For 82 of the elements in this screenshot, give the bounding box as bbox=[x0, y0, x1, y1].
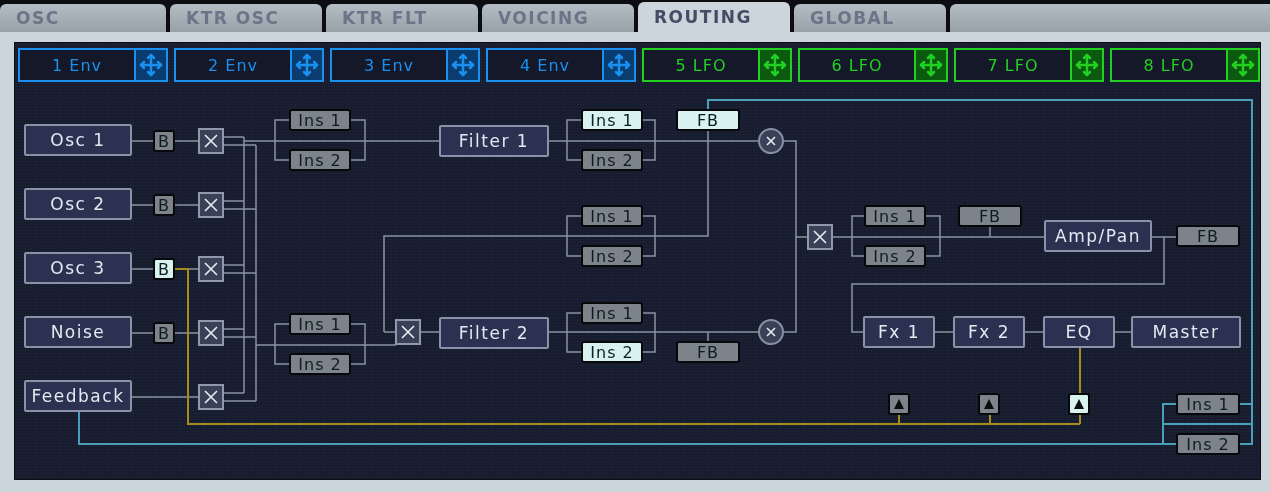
drag-handle[interactable] bbox=[134, 50, 166, 80]
modulator-slot[interactable]: 3 Env bbox=[330, 48, 480, 82]
insert-toggle[interactable]: Ins 2 bbox=[864, 245, 926, 267]
insert-toggle[interactable]: Ins 1 bbox=[581, 205, 643, 227]
mix-icon bbox=[807, 224, 833, 250]
move-icon bbox=[139, 53, 163, 77]
filter-block[interactable]: Filter 2 bbox=[439, 317, 549, 349]
mix-icon bbox=[198, 256, 224, 282]
bypass-toggle[interactable]: B bbox=[153, 130, 175, 152]
insert-toggle[interactable]: Ins 1 bbox=[289, 313, 351, 335]
insert-toggle[interactable]: Ins 1 bbox=[1176, 393, 1240, 415]
move-icon bbox=[919, 53, 943, 77]
modulator-slot[interactable]: 8 LFO bbox=[1110, 48, 1260, 82]
move-icon bbox=[451, 53, 475, 77]
mix-icon bbox=[198, 192, 224, 218]
mix-icon bbox=[198, 128, 224, 154]
bypass-toggle[interactable]: B bbox=[153, 258, 175, 280]
modulator-label: 7 LFO bbox=[986, 54, 1040, 77]
triangle-icon bbox=[894, 399, 904, 409]
modulator-slot[interactable]: 5 LFO bbox=[642, 48, 792, 82]
feedback-toggle[interactable]: FB bbox=[676, 341, 740, 363]
move-icon bbox=[607, 53, 631, 77]
feedback-toggle[interactable]: FB bbox=[1176, 225, 1240, 247]
modulator-label: 8 LFO bbox=[1142, 54, 1196, 77]
insert-toggle[interactable]: Ins 2 bbox=[581, 149, 643, 171]
bypass-toggle[interactable]: B bbox=[153, 322, 175, 344]
insert-toggle[interactable]: Ins 2 bbox=[289, 353, 351, 375]
feedback-toggle[interactable]: FB bbox=[676, 109, 740, 131]
modulator-slot[interactable]: 1 Env bbox=[18, 48, 168, 82]
source-block[interactable]: Osc 3 bbox=[24, 252, 132, 284]
effect-block[interactable]: Master bbox=[1131, 316, 1241, 348]
feedback-toggle[interactable]: FB bbox=[958, 205, 1022, 227]
insert-toggle[interactable]: Ins 1 bbox=[289, 109, 351, 131]
move-icon bbox=[763, 53, 787, 77]
drag-handle[interactable] bbox=[602, 50, 634, 80]
multiply-icon bbox=[758, 128, 784, 154]
mix-icon bbox=[395, 319, 421, 345]
source-block[interactable]: Osc 2 bbox=[24, 188, 132, 220]
triangle-icon bbox=[984, 399, 994, 409]
drag-handle[interactable] bbox=[1070, 50, 1102, 80]
modulator-label: 5 LFO bbox=[674, 54, 728, 77]
filter-block[interactable]: Filter 1 bbox=[439, 125, 549, 157]
multiply-icon bbox=[758, 319, 784, 345]
drag-handle[interactable] bbox=[914, 50, 946, 80]
source-block[interactable]: Osc 1 bbox=[24, 124, 132, 156]
modulator-slot[interactable]: 7 LFO bbox=[954, 48, 1104, 82]
insert-toggle[interactable]: Ins 1 bbox=[581, 109, 643, 131]
move-icon bbox=[1075, 53, 1099, 77]
drag-handle[interactable] bbox=[446, 50, 478, 80]
trigger-toggle[interactable] bbox=[1068, 393, 1090, 415]
insert-toggle[interactable]: Ins 1 bbox=[864, 205, 926, 227]
effect-block[interactable]: Fx 1 bbox=[863, 316, 935, 348]
mix-icon bbox=[198, 320, 224, 346]
modulator-label: 2 Env bbox=[207, 54, 259, 77]
modulator-slot[interactable]: 6 LFO bbox=[798, 48, 948, 82]
trigger-toggle[interactable] bbox=[888, 393, 910, 415]
modulator-label: 3 Env bbox=[363, 54, 415, 77]
insert-toggle[interactable]: Ins 2 bbox=[581, 245, 643, 267]
modulator-label: 4 Env bbox=[519, 54, 571, 77]
insert-toggle[interactable]: Ins 2 bbox=[289, 149, 351, 171]
modulator-slot[interactable]: 4 Env bbox=[486, 48, 636, 82]
effect-block[interactable]: EQ bbox=[1043, 316, 1115, 348]
tab[interactable]: ROUTING bbox=[638, 2, 790, 32]
insert-toggle[interactable]: Ins 2 bbox=[1176, 433, 1240, 455]
modulator-slot[interactable]: 2 Env bbox=[174, 48, 324, 82]
bypass-toggle[interactable]: B bbox=[153, 194, 175, 216]
source-block[interactable]: Feedback bbox=[24, 380, 132, 412]
drag-handle[interactable] bbox=[290, 50, 322, 80]
insert-toggle[interactable]: Ins 2 bbox=[581, 341, 643, 363]
triangle-icon bbox=[1074, 399, 1084, 409]
drag-handle[interactable] bbox=[1226, 50, 1258, 80]
drag-handle[interactable] bbox=[758, 50, 790, 80]
modulator-label: 1 Env bbox=[51, 54, 103, 77]
insert-toggle[interactable]: Ins 1 bbox=[581, 302, 643, 324]
effect-block[interactable]: Fx 2 bbox=[953, 316, 1025, 348]
trigger-toggle[interactable] bbox=[978, 393, 1000, 415]
modulator-label: 6 LFO bbox=[830, 54, 884, 77]
source-block[interactable]: Noise bbox=[24, 316, 132, 348]
move-icon bbox=[295, 53, 319, 77]
amp-block[interactable]: Amp/Pan bbox=[1044, 220, 1152, 252]
mix-icon bbox=[198, 384, 224, 410]
move-icon bbox=[1231, 53, 1255, 77]
